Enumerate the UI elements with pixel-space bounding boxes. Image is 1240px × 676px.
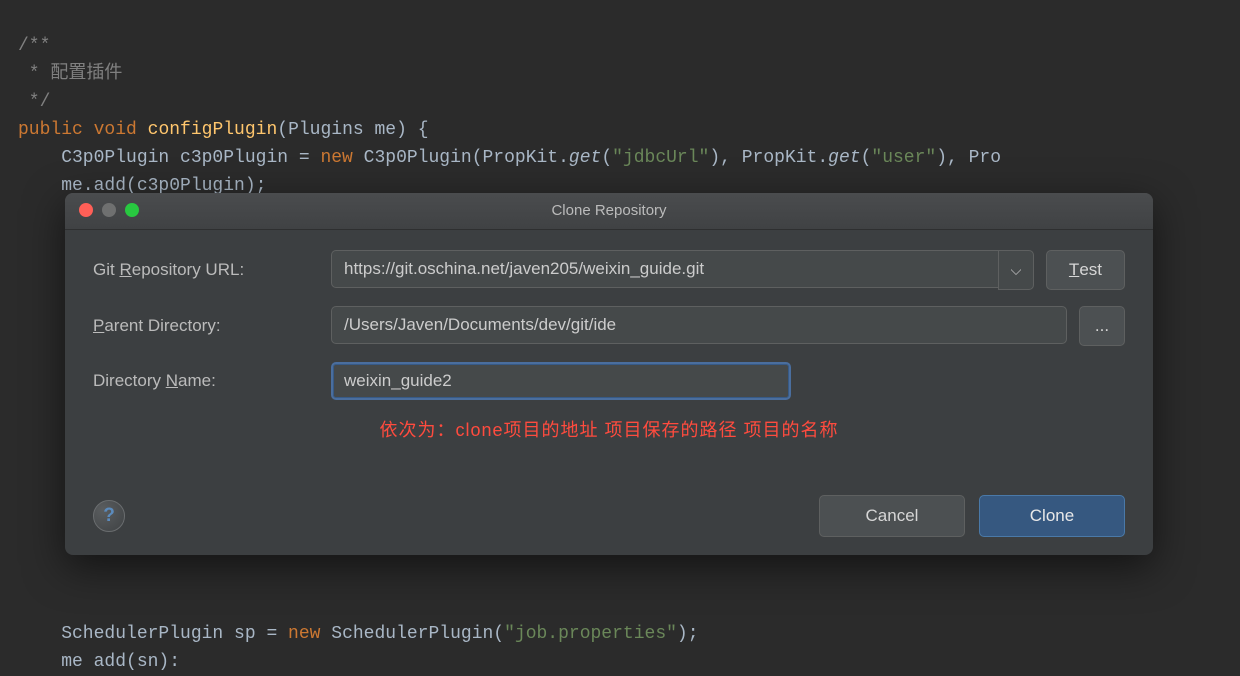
blank-line (18, 288, 29, 308)
dialog-footer: ? Cancel Clone (93, 495, 1125, 537)
blank-line (18, 484, 29, 504)
code-line: me add(sn): (18, 652, 180, 672)
code-line: C3p0Plugin c3p0Plugin = new C3p0Plugin(P… (18, 148, 1001, 168)
repo-url-input[interactable] (331, 250, 998, 288)
help-icon: ? (103, 505, 115, 527)
blank-line (18, 400, 29, 420)
maximize-icon[interactable] (125, 203, 139, 217)
row-dir-name: Directory Name: (93, 362, 1125, 400)
dialog-body: Git Repository URL: Test Parent Director… (65, 230, 1153, 442)
row-parent-dir: Parent Directory: ... (93, 306, 1125, 346)
repo-url-combo (331, 250, 1034, 290)
code-line: SchedulerPlugin sp = new SchedulerPlugin… (18, 624, 699, 644)
clone-button[interactable]: Clone (979, 495, 1125, 537)
blank-line (18, 512, 29, 532)
comment-line: * 配置插件 (18, 64, 122, 84)
clone-repository-dialog: Clone Repository Git Repository URL: Tes… (65, 193, 1153, 555)
label-parent-dir: Parent Directory: (93, 316, 331, 336)
blank-line (18, 540, 29, 560)
blank-line (18, 596, 29, 616)
blank-line (18, 344, 29, 364)
window-controls (79, 203, 139, 217)
annotation-text: 依次为：clone项目的地址 项目保存的路径 项目的名称 (93, 416, 1125, 442)
label-repo-url: Git Repository URL: (93, 260, 331, 280)
repo-url-dropdown-button[interactable] (998, 250, 1034, 290)
dialog-title: Clone Repository (551, 202, 666, 219)
blank-line (18, 428, 29, 448)
browse-button[interactable]: ... (1079, 306, 1125, 346)
test-button[interactable]: Test (1046, 250, 1125, 290)
blank-line (18, 204, 29, 224)
blank-line (18, 316, 29, 336)
blank-line (18, 372, 29, 392)
dir-name-input[interactable] (331, 362, 791, 400)
comment-line: /** (18, 36, 50, 56)
ellipsis-icon: ... (1095, 316, 1109, 336)
dialog-titlebar[interactable]: Clone Repository (65, 193, 1153, 230)
close-icon[interactable] (79, 203, 93, 217)
blank-line (18, 232, 29, 252)
blank-line (18, 456, 29, 476)
chevron-down-icon (1010, 260, 1022, 281)
help-button[interactable]: ? (93, 500, 125, 532)
minimize-icon[interactable] (102, 203, 116, 217)
label-dir-name: Directory Name: (93, 371, 331, 391)
blank-line (18, 568, 29, 588)
parent-dir-input[interactable] (331, 306, 1067, 344)
code-line: public void configPlugin(Plugins me) { (18, 120, 429, 140)
blank-line (18, 260, 29, 280)
row-repo-url: Git Repository URL: Test (93, 250, 1125, 290)
cancel-button[interactable]: Cancel (819, 495, 965, 537)
comment-line: */ (18, 92, 50, 112)
